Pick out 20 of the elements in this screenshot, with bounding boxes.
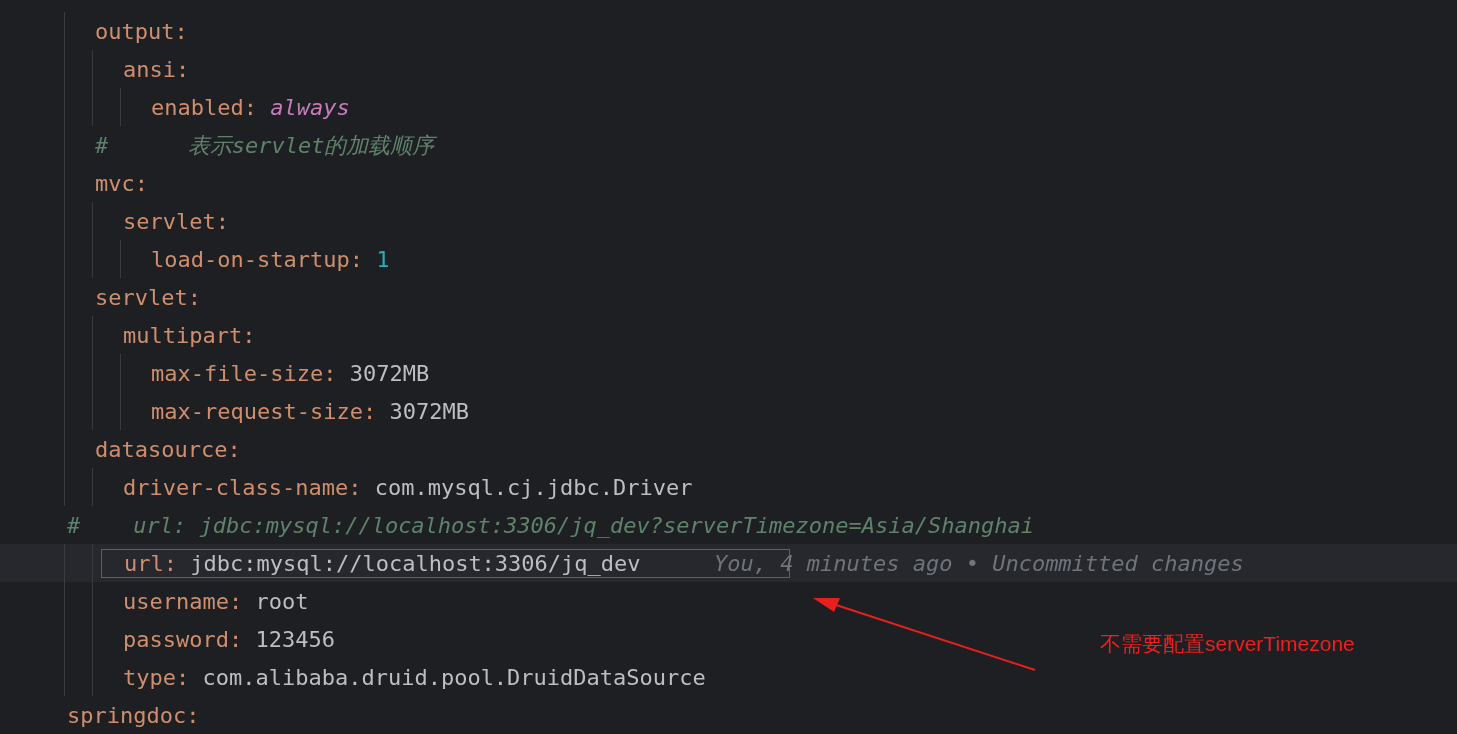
code-line: datasource:: [95, 435, 241, 464]
code-line: enabled: always: [151, 93, 350, 122]
code-line: max-file-size: 3072MB: [151, 359, 430, 388]
code-line: servlet:: [95, 283, 201, 312]
code-line: springdoc:: [67, 701, 200, 730]
annotation-note: 不需要配置serverTimezone: [1100, 631, 1355, 657]
code-line: output:: [95, 17, 188, 46]
code-line: username: root: [123, 587, 309, 616]
code-line: load-on-startup: 1: [151, 245, 390, 274]
code-line: mvc:: [95, 169, 148, 198]
code-line: multipart:: [123, 321, 256, 350]
code-line: password: 123456: [123, 625, 335, 654]
code-comment: # url: jdbc:mysql://localhost:3306/jq_dev?serverTimezone=Asia/Shanghai: [67, 511, 1034, 540]
code-line: ansi:: [123, 55, 190, 84]
code-line: max-request-size: 3072MB: [151, 397, 469, 426]
code-comment: # 表示servlet的加载顺序: [95, 131, 435, 160]
code-line: url: jdbc:mysql://localhost:3306/jq_dev: [124, 549, 641, 578]
code-line: servlet:: [123, 207, 229, 236]
code-line: type: com.alibaba.druid.pool.DruidDataSource: [123, 663, 706, 692]
code-line: driver-class-name: com.mysql.cj.jdbc.Driver: [123, 473, 693, 502]
